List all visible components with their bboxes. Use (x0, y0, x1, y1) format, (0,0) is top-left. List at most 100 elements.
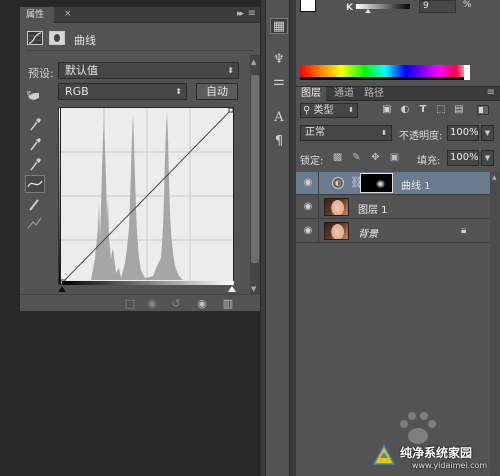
fill-dropdown-icon[interactable]: ▼ (481, 150, 494, 166)
character-panel-icon[interactable]: A (270, 110, 288, 126)
edit-points-curve-icon[interactable] (25, 175, 45, 193)
curves-adjustment-icon[interactable] (27, 31, 43, 45)
visibility-column[interactable]: ◉ (296, 196, 319, 219)
lock-label: 锁定: (300, 156, 324, 167)
opacity-input[interactable]: 100% (447, 125, 479, 141)
divider (26, 50, 254, 51)
filter-toggle-switch[interactable] (477, 105, 489, 115)
eye-icon[interactable]: ◉ (301, 225, 315, 237)
spectrum-white-strip[interactable] (464, 65, 470, 80)
tab-paths[interactable]: 路径 (359, 87, 389, 101)
layer-name[interactable]: 背景 (358, 225, 378, 240)
blend-mode-select[interactable]: 正常 ⬍ (300, 125, 392, 141)
close-icon[interactable]: × (64, 9, 72, 19)
history-panel-icon[interactable]: ▦ (270, 18, 288, 34)
properties-panel: 属性 × ▸▸ ≡ 曲线 预设: 默认值 ⬍ RGB ⬍ 自动 ▲ ▼ ⬚ ◉ … (19, 6, 261, 312)
layers-scrollbar[interactable]: ▲ (490, 172, 500, 476)
properties-scrollbar[interactable]: ▲ ▼ (250, 55, 260, 295)
white-point-eyedropper-icon[interactable] (25, 155, 45, 173)
gray-point-eyedropper-icon[interactable] (25, 135, 45, 153)
watermark-url: www.yidaimei.com (412, 461, 488, 470)
shape-filter-icon[interactable]: ⬚ (435, 104, 447, 116)
spectrum-black-strip[interactable] (300, 77, 464, 80)
mask-icon[interactable] (49, 31, 65, 45)
filter-kind-value: 类型 (313, 105, 334, 116)
adjustment-layer-icon: ◐ (332, 177, 344, 189)
adjustments-panel-icon[interactable]: ⚌ (270, 74, 288, 90)
tab-properties[interactable]: 属性 (20, 7, 55, 23)
clip-to-layer-icon[interactable]: ⬚ (120, 296, 140, 312)
panel-dock: ▦ ♆ ⚌ A ¶ (265, 0, 290, 476)
visibility-column[interactable]: ◉ (296, 220, 319, 243)
lock-all-icon[interactable]: ▣ (389, 152, 400, 164)
color-spectrum-bar[interactable] (300, 65, 470, 77)
curve-graph-svg (61, 108, 233, 284)
layer-name[interactable]: 曲线 1 (401, 177, 431, 192)
search-icon: ⚲ (303, 105, 311, 116)
layer-thumbnail[interactable] (324, 198, 349, 216)
lock-pixels-brush-icon[interactable]: ✎ (351, 152, 362, 164)
collapse-icon[interactable]: ▸▸ (237, 9, 244, 19)
visibility-column[interactable]: ◉ (296, 172, 319, 195)
updown-arrow-icon: ⬍ (227, 66, 234, 75)
scroll-thumb[interactable] (251, 75, 259, 263)
layer-row-layer1[interactable]: ◉ 图层 1 (296, 196, 490, 219)
black-point-eyedropper-icon[interactable] (25, 115, 45, 133)
scroll-up-icon[interactable]: ▲ (251, 58, 256, 66)
eye-icon[interactable]: ◉ (301, 201, 315, 213)
scroll-up-icon[interactable]: ▲ (492, 174, 497, 181)
panel-menu-icon[interactable]: ≡ (248, 8, 256, 19)
auto-button[interactable]: 自动 (196, 83, 238, 100)
on-image-adjust-tool[interactable] (25, 87, 45, 105)
layer-thumbnail[interactable] (324, 222, 349, 240)
site-logo-icon (372, 444, 396, 465)
k-unit: % (463, 0, 472, 10)
smart-object-filter-icon[interactable]: ▤ (453, 104, 465, 116)
curve-graph[interactable] (60, 107, 234, 285)
trash-icon[interactable]: ▥ (218, 296, 238, 312)
watermark-text: 纯净系统家园 (400, 446, 473, 460)
k-slider-thumb[interactable] (365, 9, 371, 13)
view-previous-icon[interactable]: ◉ (142, 296, 162, 312)
preset-select[interactable]: 默认值 ⬍ (58, 62, 239, 79)
channel-select[interactable]: RGB ⬍ (58, 83, 187, 100)
updown-arrow-icon: ⬍ (175, 87, 182, 96)
lock-transparency-icon[interactable]: ▩ (332, 152, 343, 164)
right-panels: K 9 % 图层 通道 路径 ≡ ⚲ 类型 ⬍ ▣ ◐ T ⬚ ▤ 正常 ⬍ 不… (296, 0, 500, 476)
layers-tabbar: 图层 通道 路径 ≡ (296, 86, 500, 101)
reset-icon[interactable]: ↺ (166, 296, 186, 312)
visibility-eye-icon[interactable]: ◉ (192, 296, 212, 312)
layer-mask-thumbnail[interactable] (360, 173, 393, 193)
tab-channels[interactable]: 通道 (329, 87, 359, 101)
preset-label: 预设: (28, 67, 54, 80)
white-input-slider[interactable] (228, 286, 236, 292)
panel-menu-icon[interactable]: ≡ (487, 87, 495, 98)
preset-value: 默认值 (65, 64, 98, 77)
paragraph-panel-icon[interactable]: ¶ (270, 134, 288, 150)
layers-empty-area (296, 244, 490, 476)
layer-row-background[interactable]: ◉ 背景 🔒︎ (296, 220, 490, 243)
lock-position-move-icon[interactable]: ✥ (370, 152, 381, 164)
pixel-filter-icon[interactable]: ▣ (381, 104, 393, 116)
draw-pencil-icon[interactable] (25, 195, 45, 213)
scroll-down-icon[interactable]: ▼ (251, 285, 256, 293)
k-channel-label: K (346, 3, 353, 13)
fill-input[interactable]: 100% (447, 150, 479, 166)
foreground-color-swatch[interactable] (300, 0, 316, 12)
k-value-input[interactable]: 9 (419, 0, 456, 13)
opacity-dropdown-icon[interactable]: ▼ (481, 125, 494, 141)
layer-name[interactable]: 图层 1 (358, 201, 388, 216)
layer-filter-select[interactable]: ⚲ 类型 ⬍ (300, 103, 358, 118)
tab-layers[interactable]: 图层 (296, 87, 326, 101)
updown-arrow-icon: ⬍ (348, 106, 354, 114)
black-input-slider[interactable] (58, 286, 66, 292)
input-gradient-bar (62, 281, 234, 285)
layer-row-curves[interactable]: ◉ ◐ ⛓ 曲线 1 (296, 172, 490, 195)
smooth-curve-icon[interactable] (25, 214, 45, 232)
lock-icon: 🔒︎ (461, 225, 467, 236)
type-filter-icon[interactable]: T (417, 104, 429, 116)
adjustment-filter-icon[interactable]: ◐ (399, 104, 411, 116)
curve-point-white (228, 108, 233, 113)
brush-panel-icon[interactable]: ♆ (270, 52, 288, 68)
eye-icon[interactable]: ◉ (301, 177, 315, 189)
